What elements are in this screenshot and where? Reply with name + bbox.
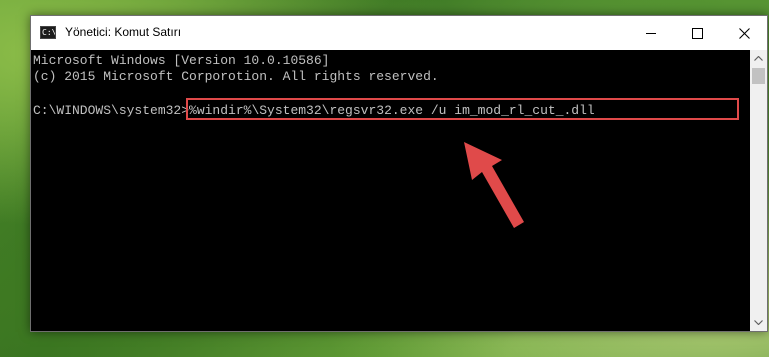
- vertical-scrollbar[interactable]: [750, 50, 767, 331]
- scroll-down-button[interactable]: [750, 314, 767, 331]
- scroll-down-arrow-icon: [754, 320, 763, 325]
- scroll-up-arrow-icon: [754, 56, 763, 61]
- title-bar[interactable]: C:\ Yönetici: Komut Satırı: [31, 16, 767, 50]
- console-prompt: C:\WINDOWS\system32>: [33, 103, 190, 118]
- maximize-icon: [691, 27, 703, 39]
- console-line-version: Microsoft Windows [Version 10.0.10586]: [33, 53, 330, 68]
- console-output[interactable]: Microsoft Windows [Version 10.0.10586] (…: [31, 50, 750, 331]
- minimize-icon: [646, 32, 656, 34]
- maximize-button[interactable]: [674, 16, 720, 50]
- minimize-button[interactable]: [628, 16, 674, 50]
- console-line-copyright: (c) 2015 Microsoft Corporotion. All righ…: [33, 69, 439, 84]
- command-prompt-window: C:\ Yönetici: Komut Satırı Microsoft Win…: [30, 15, 768, 332]
- window-title: Yönetici: Komut Satırı: [65, 25, 182, 39]
- close-button[interactable]: [721, 16, 767, 50]
- red-arrow-annotation-icon: [464, 142, 524, 228]
- command-highlight-box: [186, 98, 739, 120]
- close-icon: [738, 27, 750, 39]
- scroll-thumb[interactable]: [752, 68, 765, 84]
- scroll-up-button[interactable]: [750, 50, 767, 67]
- cmd-app-icon: C:\: [40, 26, 56, 39]
